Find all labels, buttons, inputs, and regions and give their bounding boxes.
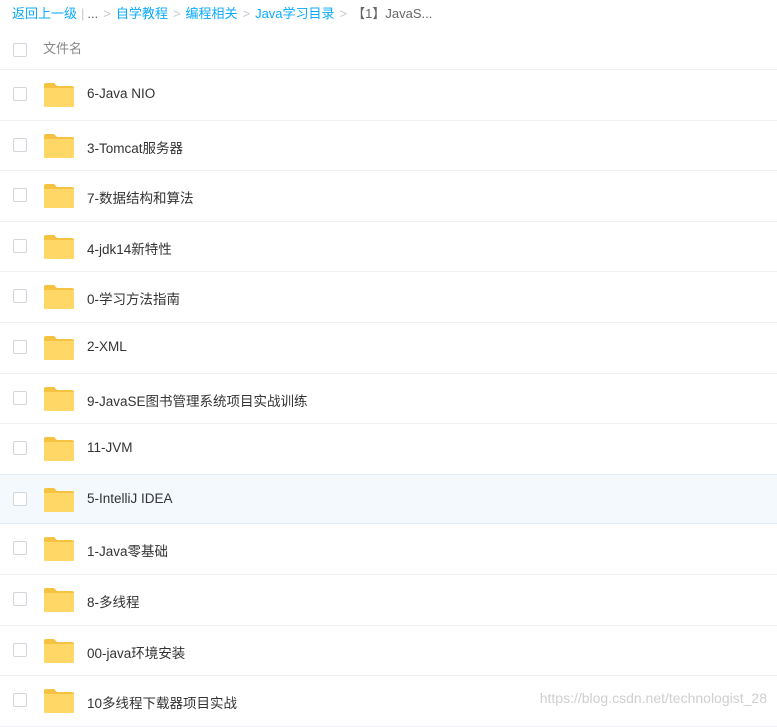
select-all-checkbox[interactable] — [13, 43, 27, 57]
file-name[interactable]: 4-jdk14新特性 — [87, 238, 172, 258]
file-name[interactable]: 7-数据结构和算法 — [87, 187, 194, 207]
file-row[interactable]: 8-多线程 — [0, 575, 777, 626]
breadcrumb-current: 【1】JavaS... — [352, 6, 433, 21]
row-checkbox[interactable] — [13, 188, 27, 203]
folder-icon[interactable] — [43, 638, 75, 664]
folder-icon[interactable] — [43, 133, 75, 159]
folder-icon[interactable] — [43, 386, 75, 412]
file-name[interactable]: 11-JVM — [87, 440, 133, 455]
back-link[interactable]: 返回上一级 — [12, 6, 77, 21]
row-checkbox[interactable] — [13, 441, 27, 456]
file-row[interactable]: 00-java环境安装 — [0, 626, 777, 677]
file-name[interactable]: 3-Tomcat服务器 — [87, 137, 183, 157]
file-list: 6-Java NIO 3-Tomcat服务器 7-数据结构和算法 4-jdk14新特性… — [0, 70, 777, 727]
folder-icon[interactable] — [43, 688, 75, 714]
row-checkbox[interactable] — [13, 642, 27, 657]
list-header: 文件名 — [0, 28, 777, 70]
row-checkbox[interactable] — [13, 87, 27, 101]
folder-icon[interactable] — [43, 82, 75, 108]
breadcrumb-separator: > — [103, 6, 111, 21]
breadcrumb-divider: | — [81, 6, 85, 21]
folder-icon[interactable] — [43, 335, 75, 361]
row-checkbox[interactable] — [13, 491, 27, 506]
row-checkbox[interactable] — [13, 390, 27, 405]
file-row[interactable]: 7-数据结构和算法 — [0, 171, 777, 222]
file-row[interactable]: 6-Java NIO — [0, 70, 777, 121]
row-checkbox[interactable] — [13, 591, 27, 606]
breadcrumb: 返回上一级 |... > 自学教程 > 编程相关 > Java学习目录 > 【1】JavaS... — [12, 4, 432, 24]
file-name[interactable]: 0-学习方法指南 — [87, 288, 180, 308]
breadcrumb-item[interactable]: 编程相关 — [185, 6, 237, 21]
row-checkbox[interactable] — [13, 693, 27, 708]
file-row[interactable]: 2-XML — [0, 323, 777, 374]
folder-icon[interactable] — [43, 436, 75, 462]
folder-icon[interactable] — [43, 587, 75, 613]
folder-icon[interactable] — [43, 536, 75, 562]
breadcrumb-item[interactable]: 自学教程 — [116, 6, 168, 21]
file-name[interactable]: 10多线程下载器项目实战 — [87, 692, 237, 712]
column-header-filename[interactable]: 文件名 — [43, 38, 82, 57]
file-name[interactable]: 00-java环境安装 — [87, 642, 185, 662]
folder-icon[interactable] — [43, 234, 75, 260]
folder-icon[interactable] — [43, 183, 75, 209]
breadcrumb-separator: > — [172, 6, 181, 21]
file-row[interactable]: 5-IntelliJ IDEA — [0, 473, 777, 525]
file-row[interactable]: 11-JVM — [0, 424, 777, 475]
folder-icon[interactable] — [43, 487, 75, 513]
file-row[interactable]: 0-学习方法指南 — [0, 272, 777, 323]
breadcrumb-ellipsis[interactable]: ... — [87, 6, 98, 21]
file-name[interactable]: 5-IntelliJ IDEA — [87, 491, 173, 506]
file-row[interactable]: 9-JavaSE图书管理系统项目实战训练 — [0, 374, 777, 425]
file-name[interactable]: 8-多线程 — [87, 591, 140, 611]
file-name[interactable]: 9-JavaSE图书管理系统项目实战训练 — [87, 390, 308, 410]
row-checkbox[interactable] — [13, 289, 27, 304]
file-name[interactable]: 1-Java零基础 — [87, 540, 168, 560]
row-checkbox[interactable] — [13, 238, 27, 253]
file-row[interactable]: 4-jdk14新特性 — [0, 222, 777, 273]
row-checkbox[interactable] — [13, 339, 27, 354]
row-checkbox[interactable] — [13, 541, 27, 556]
breadcrumb-separator: > — [242, 6, 251, 21]
file-row[interactable]: 1-Java零基础 — [0, 524, 777, 575]
file-name[interactable]: 2-XML — [87, 339, 127, 354]
watermark: https://blog.csdn.net/technologist_28 — [539, 690, 767, 706]
row-checkbox[interactable] — [13, 137, 27, 152]
folder-icon[interactable] — [43, 284, 75, 310]
file-row[interactable]: 3-Tomcat服务器 — [0, 121, 777, 172]
file-name[interactable]: 6-Java NIO — [87, 86, 155, 101]
breadcrumb-item[interactable]: Java学习目录 — [255, 6, 334, 21]
breadcrumb-separator: > — [339, 6, 348, 21]
